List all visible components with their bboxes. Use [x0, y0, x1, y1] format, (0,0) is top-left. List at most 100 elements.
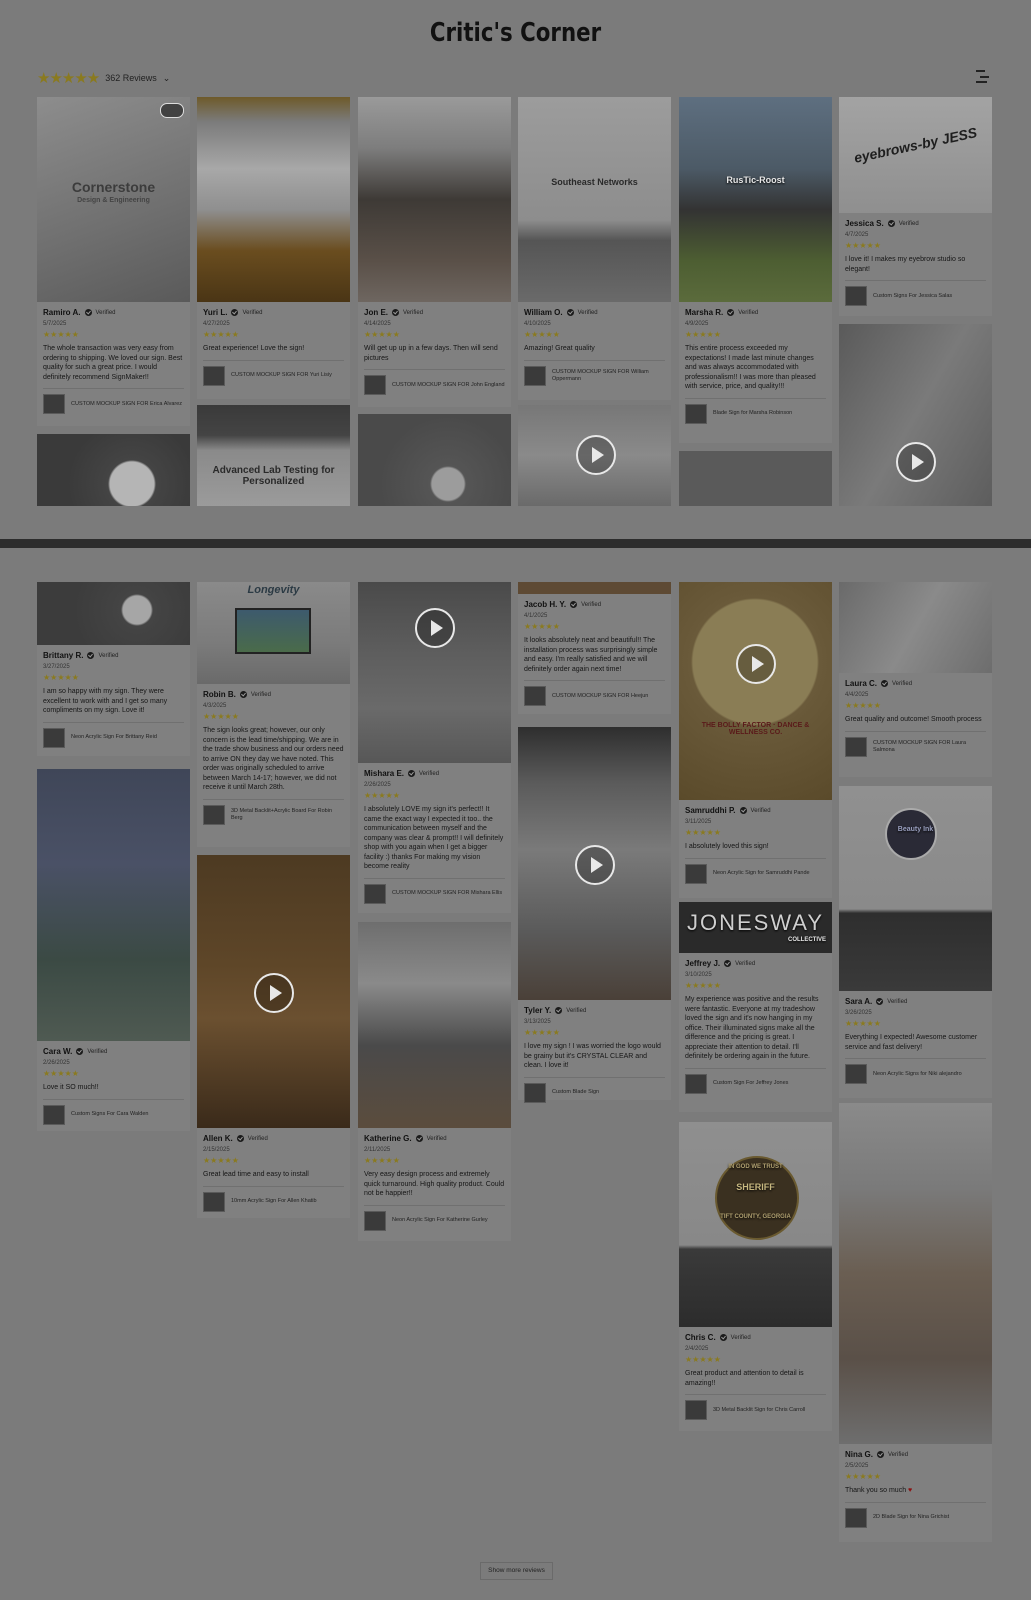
review-card: Nina G. Verified 2/5/2025 ★★★★★ Thank you… [839, 1444, 992, 1542]
verified-check-icon [239, 691, 247, 698]
review-photo-shop-video[interactable] [358, 582, 511, 763]
review-text: I love it! I makes my eyebrow studio so … [845, 256, 966, 273]
product-name: Custom Signs For Cara Walden [71, 1111, 149, 1117]
review-product-link[interactable]: 3D Metal Backlit Sign for Chris Carroll [685, 1394, 826, 1420]
review-photo-longevity[interactable]: Longevity [197, 582, 350, 684]
filter-sliders-icon[interactable] [976, 70, 989, 83]
photo-sign-subtext: COLLECTIVE [787, 937, 826, 943]
review-product-link[interactable]: Custom Sign For Jeffrey Jones [685, 1067, 826, 1094]
verified-label: Verified [888, 1451, 909, 1458]
product-thumbnail [43, 727, 65, 748]
review-photo-office[interactable] [358, 97, 511, 302]
product-thumbnail [203, 804, 225, 825]
photo-sign-text: eyebrows-by JESS [852, 124, 979, 166]
review-photo-advanced-lab[interactable]: Advanced Lab Testing for Personalized [197, 405, 350, 506]
review-photo-top-strip[interactable] [518, 582, 671, 594]
verified-label: Verified [566, 1007, 587, 1014]
verified-check-icon [231, 309, 239, 316]
play-icon[interactable] [575, 845, 615, 885]
play-icon[interactable] [736, 644, 776, 684]
review-photo-rustic-roost[interactable]: RusTic-Roost [679, 97, 832, 302]
verified-label: Verified [581, 601, 602, 608]
review-product-link[interactable]: CUSTOM MOCKUP SIGN FOR William Oppermann [524, 359, 665, 386]
review-photo-bakery-video[interactable] [197, 855, 350, 1128]
review-product-link[interactable]: 2D Blade Sign for Nina Grichist [845, 1501, 986, 1528]
review-photo-storefront[interactable] [37, 769, 190, 1041]
review-product-link[interactable]: CUSTOM MOCKUP SIGN FOR Yuri Lisiy [203, 359, 344, 386]
review-photo-tattoo-studio[interactable] [358, 922, 511, 1128]
review-author: Cara W. [43, 1047, 73, 1056]
review-photo-sheriff[interactable]: IN GOD WE TRUST SHERIFF TIFT COUNTY, GEO… [679, 1122, 832, 1327]
review-product-link[interactable]: CUSTOM MOCKUP SIGN FOR Mishara Ellis [364, 877, 505, 904]
review-text: Great product and attention to detail is… [685, 1370, 804, 1387]
review-product-link[interactable]: CUSTOM MOCKUP SIGN FOR Laura Salmona [845, 730, 986, 757]
review-product-link[interactable]: CUSTOM MOCKUP SIGN FOR Heejun [524, 680, 665, 706]
product-thumbnail [43, 394, 65, 414]
review-stars: ★★★★★ [364, 1156, 400, 1165]
heart-icon: ♥ [908, 1487, 913, 1494]
review-photo-cornerstone[interactable]: Cornerstone Design & Engineering [37, 97, 190, 302]
review-card: Mishara E. Verified 2/26/2025 ★★★★★ I abs… [358, 763, 511, 913]
review-date: 4/7/2025 [845, 232, 869, 238]
review-text: Great lead time and easy to install [203, 1171, 309, 1178]
review-product-link[interactable]: Blade Sign for Marsha Robinson [685, 397, 826, 424]
product-thumbnail [203, 365, 225, 386]
play-icon[interactable] [415, 608, 455, 648]
reviews-summary[interactable]: ★★★★★ 362 Reviews ⌄ [37, 69, 170, 87]
review-photo-neon-wall[interactable] [358, 414, 511, 506]
play-icon[interactable] [576, 435, 616, 475]
product-name: Custom Signs For Jessica Salas [873, 292, 953, 299]
review-product-link[interactable]: Custom Blade Sign [524, 1076, 665, 1103]
review-photo-blurred-video[interactable] [839, 324, 992, 506]
review-text: Great quality and outcome! Smooth proces… [845, 716, 982, 723]
review-product-link[interactable]: 3D Metal Backlit+Acrylic Board For Robin… [203, 798, 344, 825]
review-photo-bolly-factor-video[interactable]: THE BOLLY FACTOR · DANCE & WELLNESS CO. [679, 582, 832, 800]
review-photo-corebar[interactable] [37, 434, 190, 506]
review-author: Mishara E. [364, 769, 405, 778]
review-photo-jonesway[interactable]: JONESWAY COLLECTIVE [679, 902, 832, 953]
review-date: 4/4/2025 [845, 692, 869, 698]
verified-check-icon [877, 1451, 885, 1458]
verified-label: Verified [250, 691, 271, 698]
review-date: 4/3/2025 [203, 703, 227, 709]
show-more-reviews-button[interactable]: Show more reviews [480, 1562, 553, 1580]
review-photo-dark[interactable] [679, 451, 832, 506]
review-date: 2/11/2025 [364, 1147, 391, 1153]
product-thumbnail [685, 403, 707, 424]
play-icon[interactable] [896, 442, 936, 482]
review-photo-restaurant-video[interactable] [518, 405, 671, 506]
review-photo-hallway-video[interactable] [518, 727, 671, 1000]
photo-sign-text: Beauty Ink [897, 826, 934, 833]
review-product-link[interactable]: CUSTOM MOCKUP SIGN FOR John England [364, 369, 505, 395]
review-product-link[interactable]: Custom Signs For Cara Walden [43, 1098, 184, 1125]
review-photo-brittany[interactable] [37, 582, 190, 645]
review-photo-blurred[interactable] [839, 582, 992, 673]
review-stars: ★★★★★ [845, 1472, 881, 1481]
tv-screen [235, 608, 311, 654]
review-photo-southeast-networks[interactable]: Southeast Networks [518, 97, 671, 302]
review-date: 2/26/2025 [364, 782, 391, 788]
verified-label: Verified [87, 1048, 108, 1055]
review-date: 4/10/2025 [524, 321, 551, 327]
photo-sign-bottomtext: TIFT COUNTY, GEORGIA [720, 1214, 791, 1220]
review-product-link[interactable]: Neon Acrylic Sign For Katherine Gurley [364, 1204, 505, 1231]
review-product-link[interactable]: 10mm Acrylic Sign For Allen Khatib [203, 1185, 344, 1212]
product-name: CUSTOM MOCKUP SIGN FOR William Oppermann [552, 368, 649, 382]
review-photo-eyebrows[interactable]: eyebrows-by JESS [839, 97, 992, 213]
review-photo-blade-sign-storefront[interactable] [839, 1103, 992, 1444]
verified-label: Verified [898, 220, 919, 227]
review-card: Jon E. Verified 4/14/2025 ★★★★★ Will get … [358, 302, 511, 407]
review-photo-reception[interactable] [197, 97, 350, 302]
review-product-link[interactable]: Neon Acrylic Sign For Brittany Reid [43, 721, 184, 748]
review-product-link[interactable]: Neon Acrylic Sign for Samruddhi Pande [685, 857, 826, 884]
verified-label: Verified [247, 1135, 268, 1142]
review-photo-beauty-ink[interactable]: Beauty Ink [839, 786, 992, 991]
verified-check-icon [415, 1135, 423, 1142]
product-thumbnail [845, 1507, 867, 1528]
review-stars: ★★★★★ [364, 330, 400, 339]
review-text: I am so happy with my sign. They were ex… [43, 688, 168, 714]
review-product-link[interactable]: Neon Acrylic Signs for Niki alejandro [845, 1058, 986, 1084]
review-product-link[interactable]: CUSTOM MOCKUP SIGN FOR Erica Alvarez [43, 388, 184, 414]
play-icon[interactable] [254, 973, 294, 1013]
review-product-link[interactable]: Custom Signs For Jessica Salas [845, 280, 986, 306]
